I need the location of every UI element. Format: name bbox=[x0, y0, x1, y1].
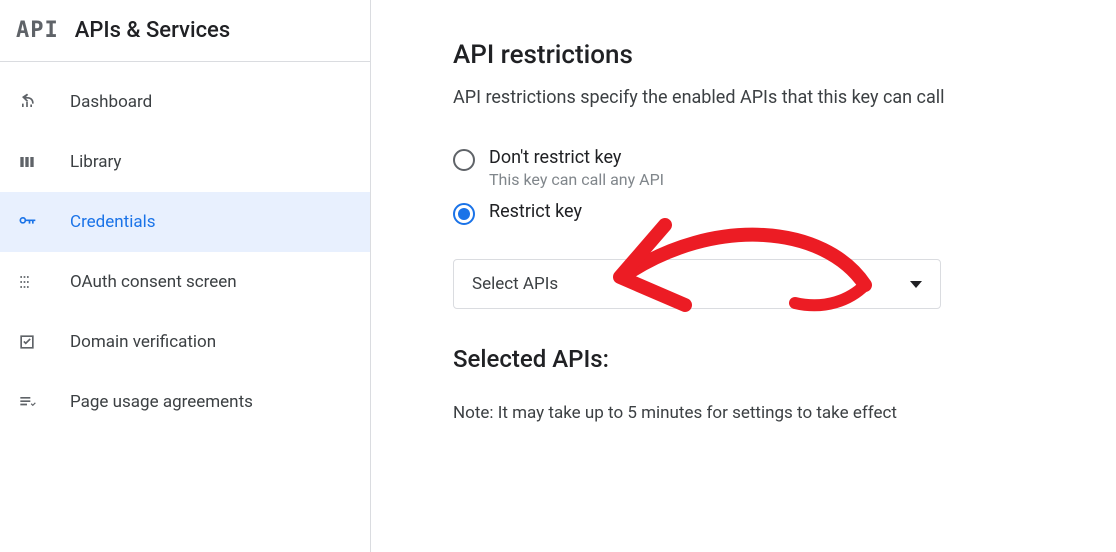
radio-label: Restrict key bbox=[489, 201, 582, 222]
sidebar-item-label: Credentials bbox=[70, 212, 156, 232]
sidebar-item-page-usage-agreements[interactable]: Page usage agreements bbox=[0, 372, 370, 432]
radio-dont-restrict[interactable]: Don't restrict key This key can call any… bbox=[453, 141, 1111, 195]
page-title: APIs & Services bbox=[75, 18, 230, 43]
sidebar-item-domain-verification[interactable]: Domain verification bbox=[0, 312, 370, 372]
sidebar-item-label: Dashboard bbox=[70, 92, 152, 112]
radio-sublabel: This key can call any API bbox=[489, 170, 664, 189]
radio-circle-icon[interactable] bbox=[453, 203, 475, 225]
sidebar-nav: Dashboard Library Credentials OAuth cons… bbox=[0, 62, 370, 432]
library-icon bbox=[16, 151, 38, 173]
radio-label: Don't restrict key bbox=[489, 147, 664, 168]
sidebar-header: API APIs & Services bbox=[0, 0, 370, 62]
key-icon bbox=[16, 211, 38, 233]
sidebar-item-label: OAuth consent screen bbox=[70, 272, 237, 292]
sidebar-item-credentials[interactable]: Credentials bbox=[0, 192, 370, 252]
radio-group-restrictions: Don't restrict key This key can call any… bbox=[453, 141, 1111, 231]
api-logo: API bbox=[16, 18, 59, 43]
select-apis-dropdown[interactable]: Select APIs bbox=[453, 259, 941, 309]
settings-note: Note: It may take up to 5 minutes for se… bbox=[453, 401, 953, 427]
sidebar-item-library[interactable]: Library bbox=[0, 132, 370, 192]
radio-circle-icon[interactable] bbox=[453, 149, 475, 171]
main-content: API restrictions API restrictions specif… bbox=[371, 0, 1111, 427]
agreement-icon bbox=[16, 391, 38, 413]
sidebar-item-oauth-consent[interactable]: OAuth consent screen bbox=[0, 252, 370, 312]
sidebar-item-label: Library bbox=[70, 152, 121, 172]
chevron-down-icon bbox=[910, 281, 922, 288]
consent-icon bbox=[16, 271, 38, 293]
dashboard-icon bbox=[16, 91, 38, 113]
sidebar-item-dashboard[interactable]: Dashboard bbox=[0, 72, 370, 132]
radio-restrict-key[interactable]: Restrict key bbox=[453, 195, 1111, 231]
selected-apis-title: Selected APIs: bbox=[453, 345, 1111, 373]
check-square-icon bbox=[16, 331, 38, 353]
dropdown-label: Select APIs bbox=[472, 274, 558, 294]
api-restrictions-title: API restrictions bbox=[453, 40, 1111, 70]
sidebar-item-label: Domain verification bbox=[70, 332, 216, 352]
api-restrictions-description: API restrictions specify the enabled API… bbox=[453, 84, 953, 111]
sidebar: API APIs & Services Dashboard Library Cr… bbox=[0, 0, 371, 552]
sidebar-item-label: Page usage agreements bbox=[70, 392, 253, 412]
